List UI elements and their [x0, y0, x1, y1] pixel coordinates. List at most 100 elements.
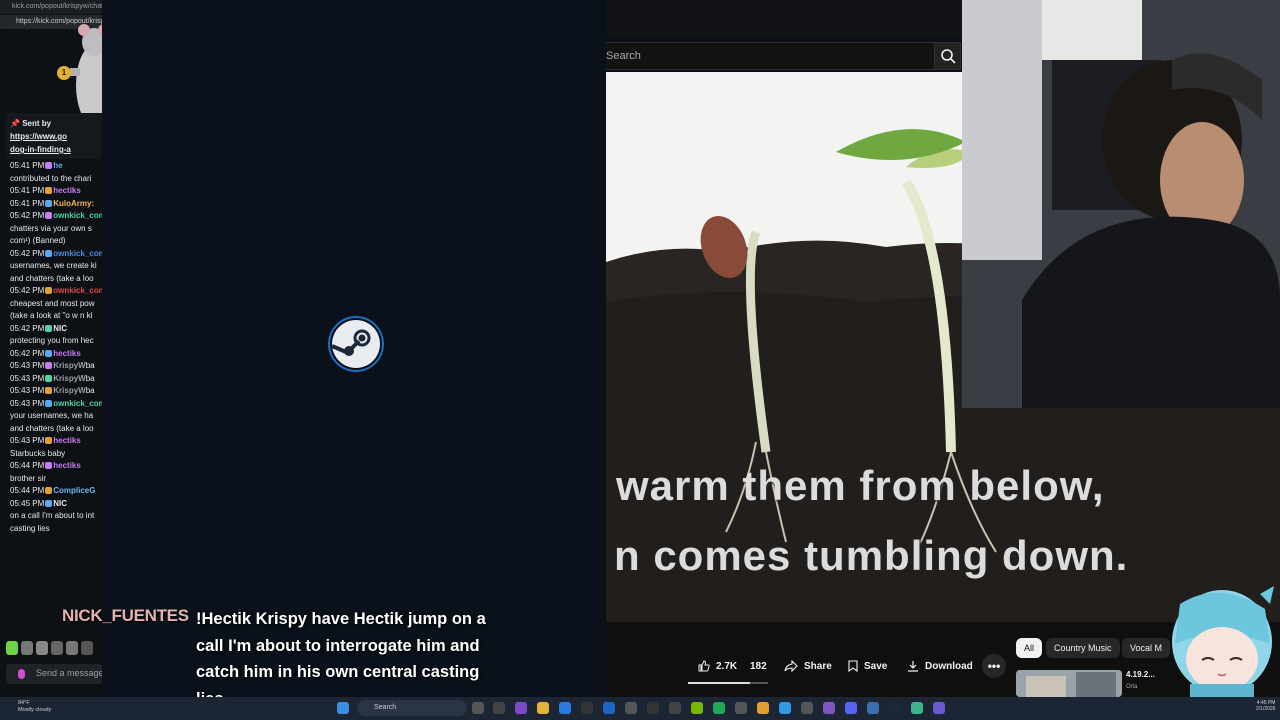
- app-icon[interactable]: [493, 702, 505, 714]
- app-icon[interactable]: [867, 702, 879, 714]
- chat-message[interactable]: on a call I'm about to int: [10, 510, 102, 523]
- chat-message[interactable]: 05:42 PM ownkick_com: [10, 210, 102, 223]
- share-button[interactable]: Share: [776, 654, 840, 678]
- chat-message[interactable]: usernames, we create ki: [10, 260, 102, 273]
- chat-message[interactable]: 05:41 PM hectiks: [10, 185, 102, 198]
- chat-message[interactable]: 05:45 PM NIC: [10, 498, 102, 511]
- chat-message[interactable]: 05:41 PM KuloArmy:: [10, 198, 102, 211]
- emote-icon[interactable]: [66, 641, 78, 655]
- app-icon[interactable]: [669, 702, 681, 714]
- message-username[interactable]: KrispyW: [53, 361, 85, 370]
- chat-message[interactable]: 05:44 PM hectiks: [10, 460, 102, 473]
- pinned-link-line1[interactable]: https://www.go: [10, 130, 98, 143]
- message-username[interactable]: hectiks: [53, 436, 81, 445]
- chat-message[interactable]: your usernames, we ha: [10, 410, 102, 423]
- chat-message[interactable]: and chatters (take a loo: [10, 273, 102, 286]
- message-username[interactable]: he: [53, 161, 62, 170]
- taskbar-clock[interactable]: 4:45 PM 2/1/2026: [1256, 700, 1275, 712]
- emote-icon[interactable]: [21, 641, 33, 655]
- chat-input[interactable]: Send a message: [6, 664, 102, 684]
- message-text: brother sir: [10, 473, 47, 483]
- chat-message[interactable]: com¹) (Banned): [10, 235, 102, 248]
- emote-icon[interactable]: [51, 641, 63, 655]
- message-username[interactable]: KrispyW: [53, 386, 85, 395]
- emote-icon[interactable]: [81, 641, 93, 655]
- download-button[interactable]: Download: [899, 654, 981, 678]
- file-explorer-icon[interactable]: [537, 702, 549, 714]
- chat-message[interactable]: 05:43 PM hectiks: [10, 435, 102, 448]
- message-username[interactable]: hectiks: [53, 186, 81, 195]
- user-badge-icon: [45, 387, 53, 394]
- taskbar-search[interactable]: Search: [357, 700, 467, 716]
- pinned-message[interactable]: 📌 Sent by https://www.go dog-in-finding-…: [6, 113, 102, 159]
- pinned-link-line2[interactable]: dog-in-finding-a: [10, 143, 98, 156]
- app-icon[interactable]: [911, 702, 923, 714]
- chat-message[interactable]: 05:42 PM hectiks: [10, 348, 102, 361]
- message-username[interactable]: hectiks: [53, 461, 81, 470]
- chat-message[interactable]: casting lies: [10, 523, 102, 536]
- emote-icon[interactable]: [36, 641, 48, 655]
- app-icon[interactable]: [735, 702, 747, 714]
- message-username[interactable]: ownkick_com: [53, 399, 102, 408]
- chat-message[interactable]: 05:42 PM NIC: [10, 323, 102, 336]
- message-username[interactable]: ownkick_com: [53, 249, 102, 258]
- microphone-icon[interactable]: [18, 669, 25, 679]
- chat-message[interactable]: 05:43 PM KrispyWba: [10, 385, 102, 398]
- chip-all[interactable]: All: [1016, 638, 1043, 658]
- chat-message[interactable]: Starbucks baby: [10, 448, 102, 461]
- chat-message[interactable]: 05:43 PM KrispyWba: [10, 360, 102, 373]
- app-icon[interactable]: [581, 702, 593, 714]
- search-button[interactable]: [934, 42, 961, 70]
- discord-icon[interactable]: [845, 702, 857, 714]
- chat-message[interactable]: protecting you from hec: [10, 335, 102, 348]
- more-actions-button[interactable]: •••: [982, 654, 1006, 678]
- app-icon[interactable]: [625, 702, 637, 714]
- next-video-thumbnail[interactable]: [1016, 670, 1122, 697]
- app-icon[interactable]: [647, 702, 659, 714]
- chat-message[interactable]: 05:41 PM he: [10, 160, 102, 173]
- message-username[interactable]: ownkick_com: [53, 286, 102, 295]
- chat-message[interactable]: and chatters (take a loo: [10, 423, 102, 436]
- chat-message[interactable]: 05:43 PM KrispyWba: [10, 373, 102, 386]
- app-icon[interactable]: [933, 702, 945, 714]
- app-icon[interactable]: [801, 702, 813, 714]
- app-icon[interactable]: [779, 702, 791, 714]
- chat-message[interactable]: 05:42 PM ownkick_com: [10, 285, 102, 298]
- chip-country-music[interactable]: Country Music: [1046, 638, 1120, 658]
- weather-widget[interactable]: 84°F Mostly cloudy: [18, 700, 51, 713]
- chat-message[interactable]: 05:43 PM ownkick_com: [10, 398, 102, 411]
- message-text: contributed to the chari: [10, 173, 92, 183]
- app-icon[interactable]: [823, 702, 835, 714]
- steam-logo-icon: [328, 316, 384, 372]
- save-button[interactable]: Save: [840, 654, 895, 678]
- message-username[interactable]: NIC: [53, 324, 67, 333]
- message-username[interactable]: CompliceG: [53, 486, 95, 495]
- message-username[interactable]: NIC: [53, 499, 67, 508]
- youtube-search-input[interactable]: Search: [606, 42, 936, 70]
- emote-icon[interactable]: [6, 641, 18, 655]
- start-icon[interactable]: [337, 702, 349, 714]
- steam-taskbar-icon[interactable]: [889, 702, 901, 714]
- chat-message[interactable]: cheapest and most pow: [10, 298, 102, 311]
- message-username[interactable]: ownkick_com: [53, 211, 102, 220]
- chat-message[interactable]: 05:42 PM ownkick_com: [10, 248, 102, 261]
- chat-message[interactable]: contributed to the chari: [10, 173, 102, 186]
- message-username[interactable]: KuloArmy:: [53, 199, 94, 208]
- chat-message[interactable]: (take a look at "o w n ki: [10, 310, 102, 323]
- chat-message[interactable]: brother sir: [10, 473, 102, 486]
- like-button[interactable]: 2.7K: [690, 654, 745, 678]
- message-timestamp: 05:41 PM: [10, 161, 45, 170]
- chat-message[interactable]: chatters via your own s: [10, 223, 102, 236]
- video-caption-line1: warm them from below,: [616, 462, 1105, 509]
- edge-icon[interactable]: [559, 702, 571, 714]
- chat-message[interactable]: 05:44 PM CompliceG: [10, 485, 102, 498]
- app-icon[interactable]: [757, 702, 769, 714]
- app-icon[interactable]: [603, 702, 615, 714]
- message-username[interactable]: hectiks: [53, 349, 81, 358]
- app-icon[interactable]: [515, 702, 527, 714]
- message-username[interactable]: KrispyW: [53, 374, 85, 383]
- nvidia-icon[interactable]: [691, 702, 703, 714]
- task-view-icon[interactable]: [472, 702, 484, 714]
- dislike-button[interactable]: 182: [742, 654, 775, 678]
- app-icon[interactable]: [713, 702, 725, 714]
